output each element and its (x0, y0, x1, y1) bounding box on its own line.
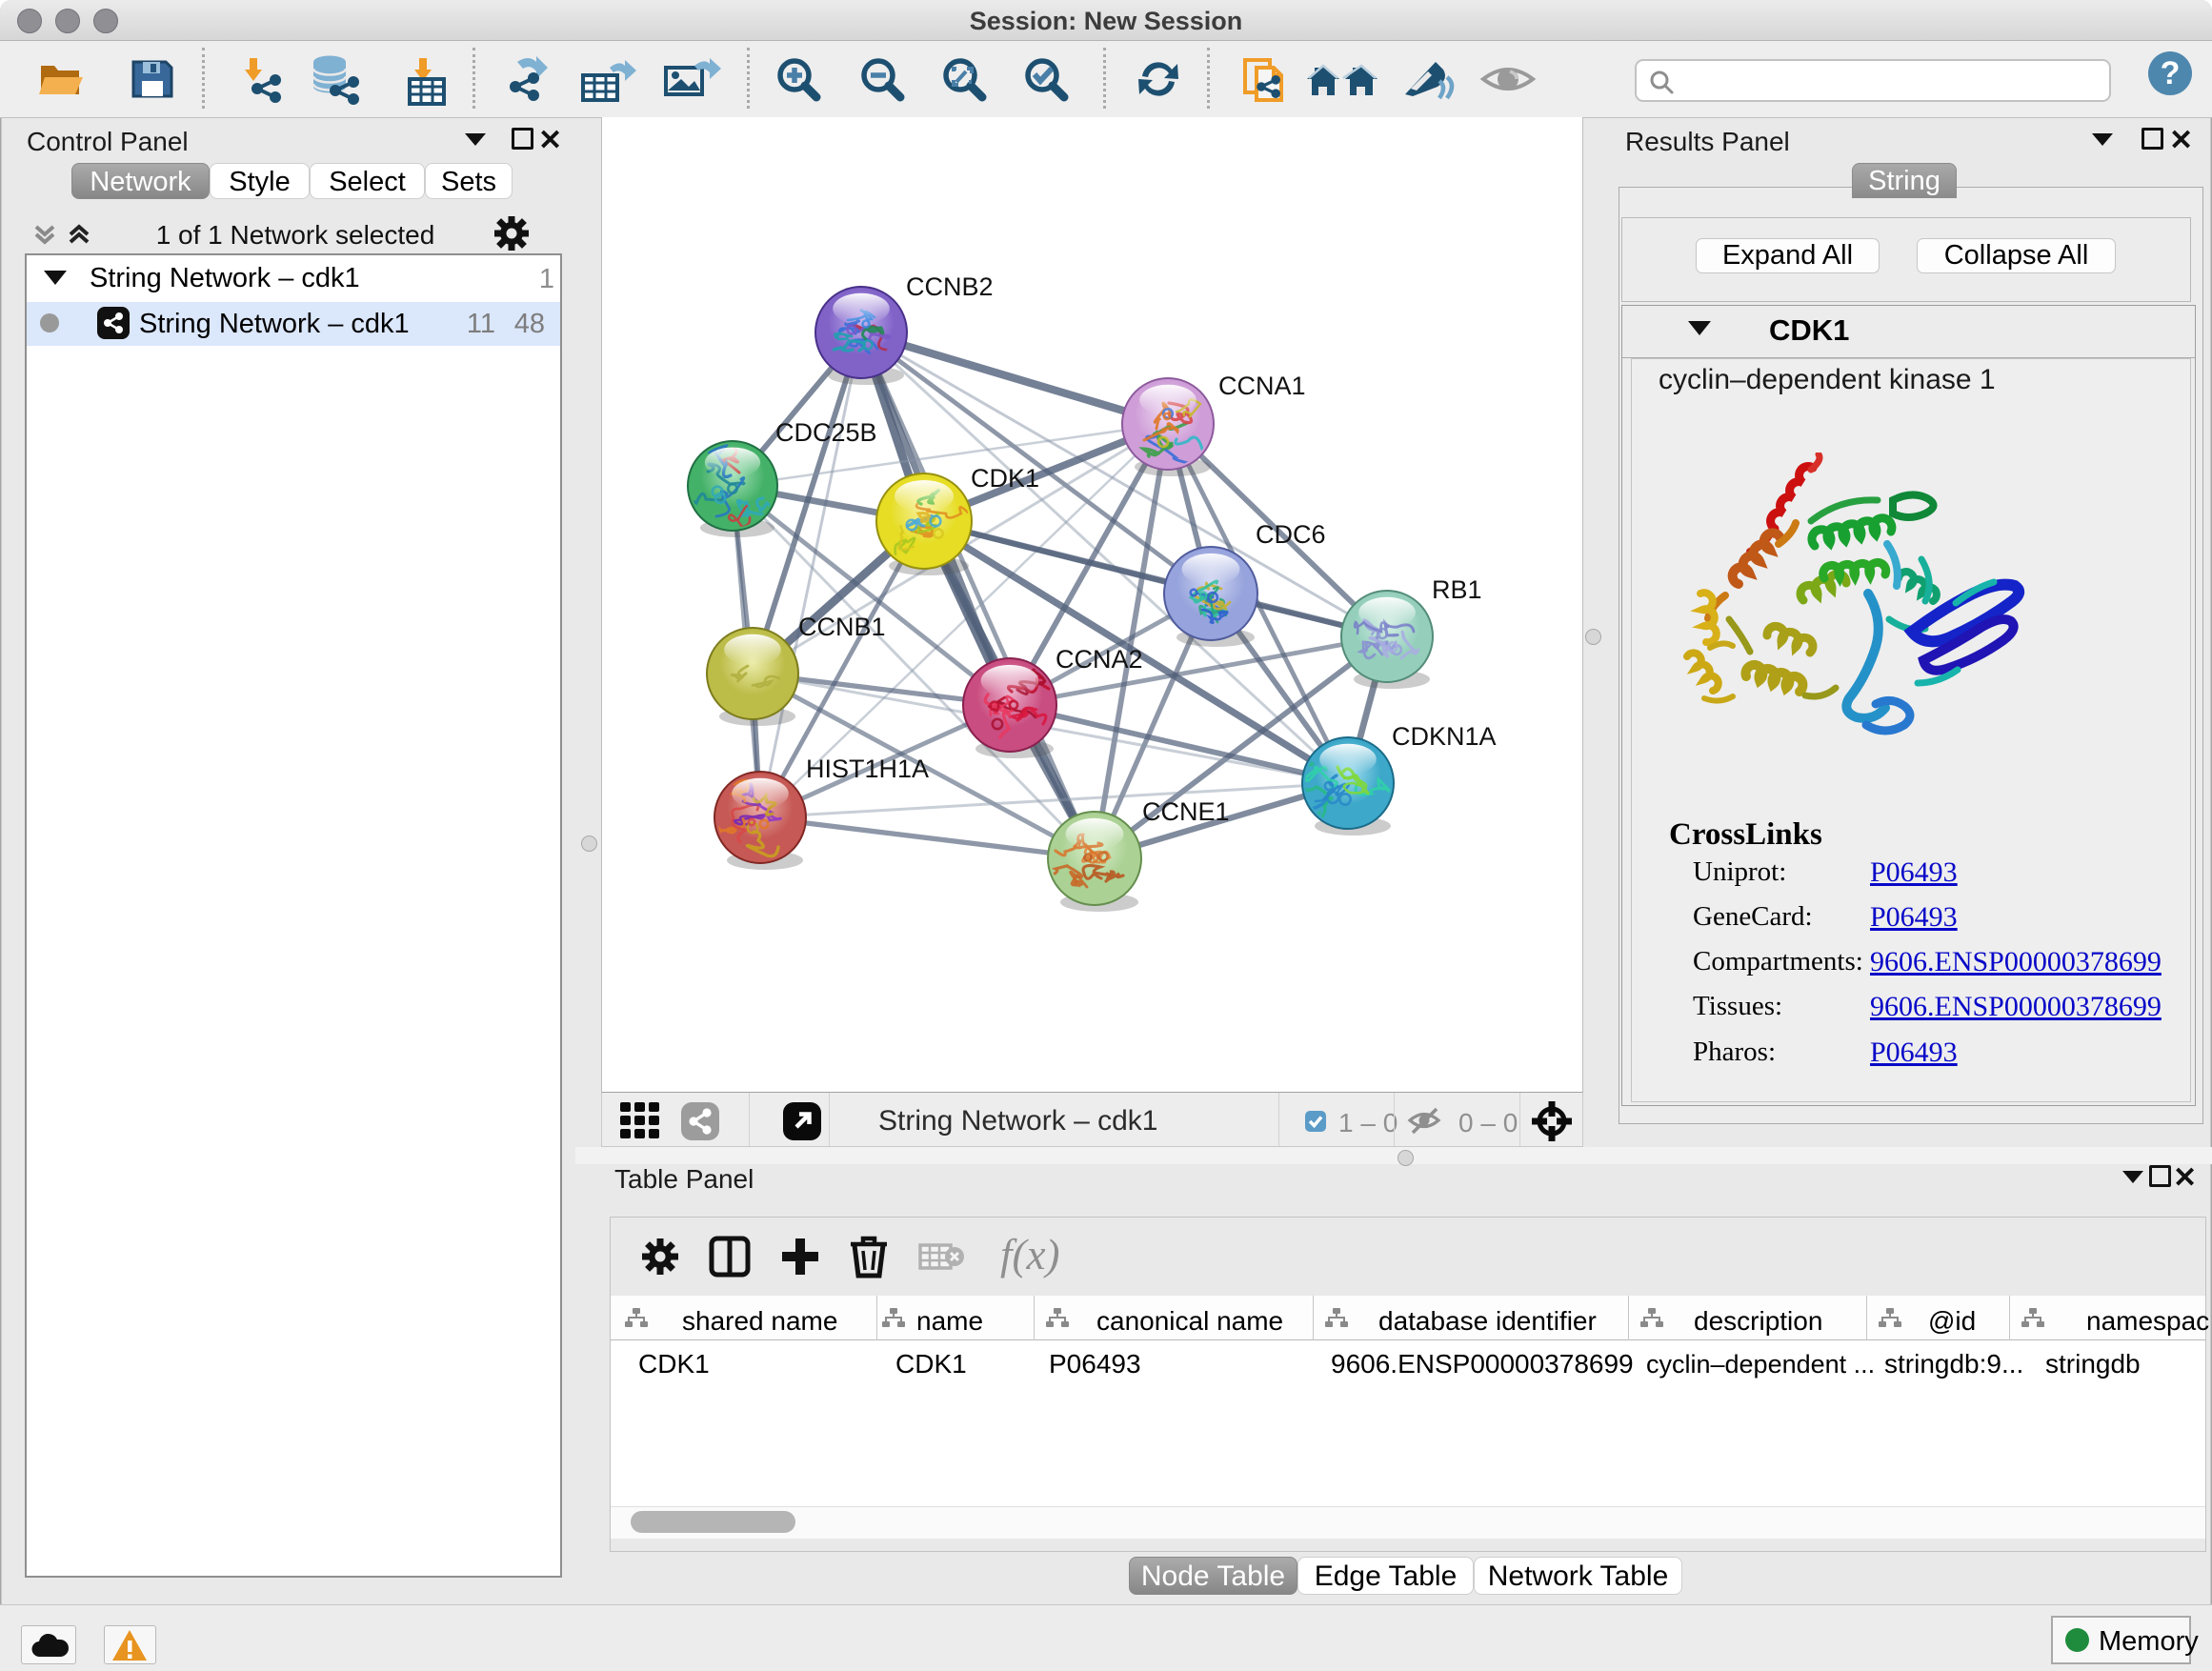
svg-text:CCNA1: CCNA1 (1218, 372, 1306, 400)
svg-text:CCNB2: CCNB2 (906, 272, 994, 301)
svg-text:CDC6: CDC6 (1256, 520, 1326, 549)
svg-text:CDKN1A: CDKN1A (1392, 722, 1497, 751)
svg-text:CCNA2: CCNA2 (1056, 645, 1143, 674)
svg-text:CCNB1: CCNB1 (798, 613, 886, 641)
svg-text:HIST1H1A: HIST1H1A (806, 755, 929, 783)
svg-text:CDC25B: CDC25B (775, 418, 877, 447)
svg-text:CCNE1: CCNE1 (1142, 797, 1230, 826)
svg-text:CDK1: CDK1 (971, 464, 1039, 493)
svg-text:f(x): f(x) (1000, 1233, 1059, 1278)
svg-text:RB1: RB1 (1432, 575, 1482, 604)
